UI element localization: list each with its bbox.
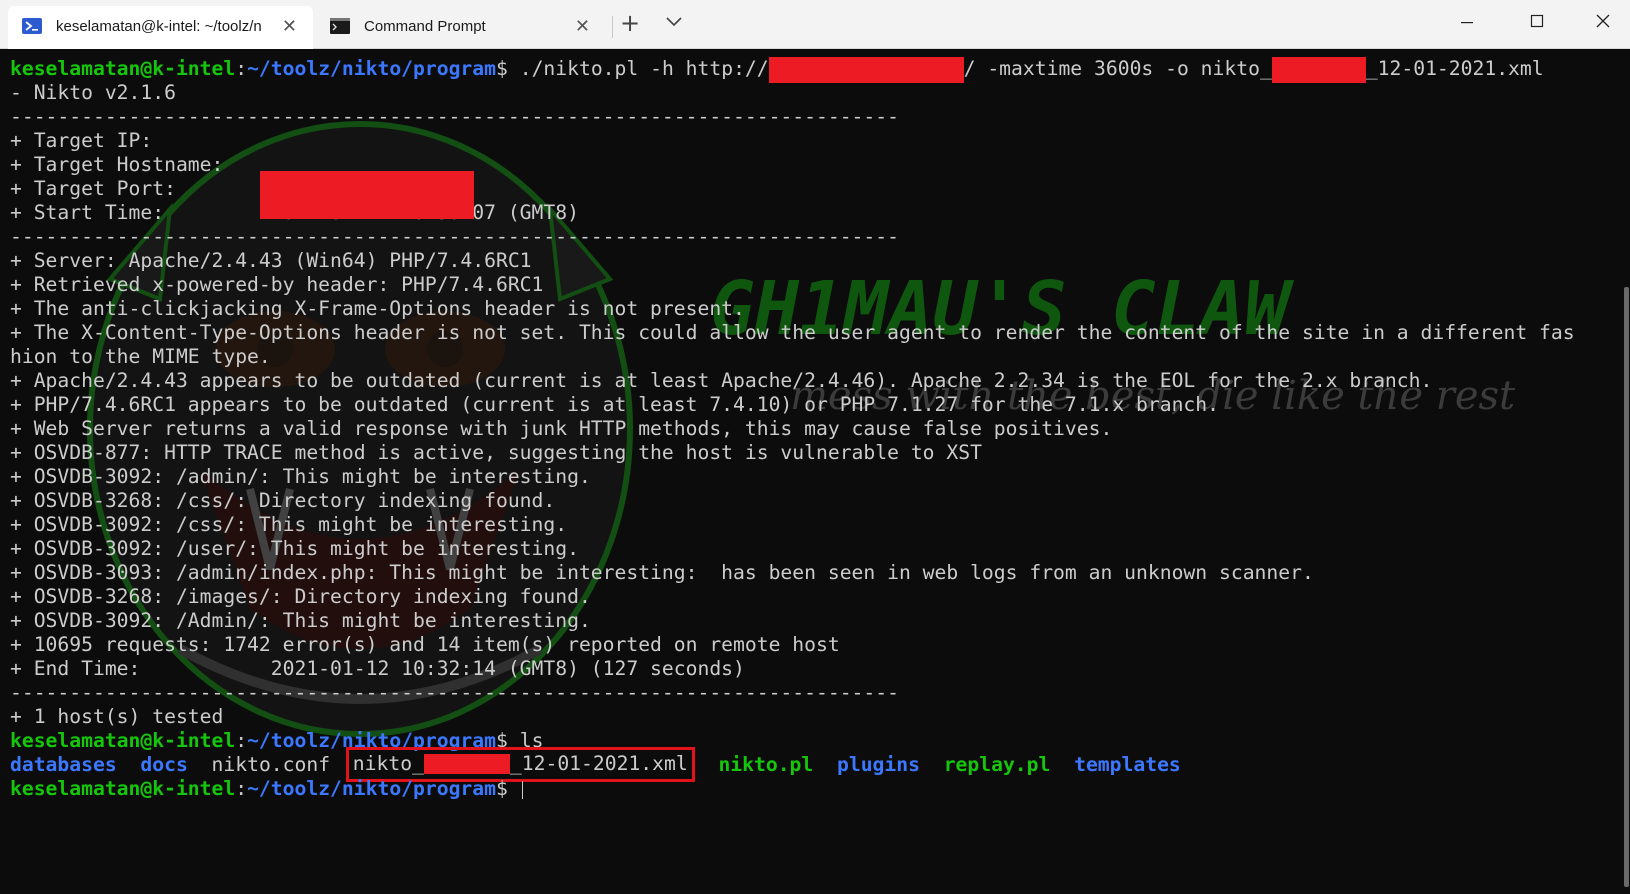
- result-line: + Server: Apache/2.4.43 (Win64) PHP/7.4.…: [10, 249, 532, 272]
- close-window-button[interactable]: [1580, 0, 1626, 40]
- tab-command-prompt[interactable]: Command Prompt ✕: [316, 6, 606, 49]
- dir-templates: templates: [1074, 753, 1181, 776]
- close-tab-icon[interactable]: ✕: [575, 16, 590, 36]
- result-line: + Retrieved x-powered-by header: PHP/7.4…: [10, 273, 544, 296]
- prompt-user: keselamatan@k-intel: [10, 777, 236, 800]
- file-nikto-conf: nikto.conf: [211, 753, 331, 776]
- result-line: + Apache/2.4.43 appears to be outdated (…: [10, 369, 1433, 392]
- command-line: keselamatan@k-intel:~/toolz/nikto/progra…: [10, 729, 544, 752]
- result-line: + 10695 requests: 1742 error(s) and 14 i…: [10, 633, 840, 656]
- result-line: + OSVDB-3092: /user/: This might be inte…: [10, 537, 579, 560]
- terminal-output: keselamatan@k-intel:~/toolz/nikto/progra…: [10, 57, 1575, 801]
- result-line: + PHP/7.4.6RC1 appears to be outdated (c…: [10, 393, 1219, 416]
- dir-docs: docs: [140, 753, 188, 776]
- redacted-target: [260, 171, 474, 219]
- target-hostname-row: + Target Hostname:: [10, 153, 224, 176]
- dir-plugins: plugins: [836, 753, 920, 776]
- divider: ----------------------------------------…: [10, 225, 899, 248]
- result-line: + OSVDB-3268: /images/: Directory indexi…: [10, 585, 591, 608]
- scrollbar[interactable]: [1622, 49, 1630, 894]
- title-bar: keselamatan@k-intel: ~/toolz/n ✕ Command…: [0, 0, 1630, 49]
- result-line: + OSVDB-3092: /Admin/: This might be int…: [10, 609, 591, 632]
- nikto-version: - Nikto v2.1.6: [10, 81, 176, 104]
- result-line: + The anti-clickjacking X-Frame-Options …: [10, 297, 745, 320]
- redacted-host: [768, 57, 964, 83]
- terminal-area[interactable]: GH1MAU'S CLAW mess with the best, die li…: [0, 49, 1630, 894]
- result-line: + OSVDB-877: HTTP TRACE method is active…: [10, 441, 982, 464]
- redacted-name: [1271, 57, 1366, 83]
- new-tab-button[interactable]: +: [620, 10, 640, 36]
- start-time-row: + Start Time: 2021-01-12 10:30:07 (GMT8): [10, 201, 579, 224]
- file-nikto-pl: nikto.pl: [718, 753, 814, 776]
- result-line: + OSVDB-3092: /css/: This might be inter…: [10, 513, 568, 536]
- hosts-tested: + 1 host(s) tested: [10, 705, 224, 728]
- scrollbar-thumb[interactable]: [1624, 287, 1629, 887]
- tab-powershell[interactable]: keselamatan@k-intel: ~/toolz/n ✕: [8, 6, 313, 49]
- result-line: + OSVDB-3093: /admin/index.php: This mig…: [10, 561, 1314, 584]
- prompt-path: ~/toolz/nikto/program: [247, 777, 496, 800]
- target-port-row: + Target Port: 80: [10, 177, 295, 200]
- prompt-user: keselamatan@k-intel: [10, 729, 236, 752]
- command-line: keselamatan@k-intel:~/toolz/nikto/progra…: [10, 777, 1575, 801]
- chevron-down-icon[interactable]: [664, 12, 684, 30]
- divider: ----------------------------------------…: [10, 105, 899, 128]
- command-line: keselamatan@k-intel:~/toolz/nikto/progra…: [10, 57, 1575, 83]
- result-line: + OSVDB-3092: /admin/: This might be int…: [10, 465, 591, 488]
- ls-output: databases docs nikto.conf nikto_ _12-01-2…: [10, 747, 1575, 782]
- minimize-button[interactable]: [1444, 0, 1490, 40]
- text-cursor: [521, 780, 523, 799]
- tab-separator: [612, 16, 613, 38]
- prompt-path: ~/toolz/nikto/program: [247, 57, 496, 80]
- tab-label: keselamatan@k-intel: ~/toolz/n: [56, 18, 262, 35]
- divider: ----------------------------------------…: [10, 681, 899, 704]
- result-line: + The X-Content-Type-Options header is n…: [10, 321, 1575, 344]
- dir-databases: databases: [10, 753, 117, 776]
- prompt-user: keselamatan@k-intel: [10, 57, 236, 80]
- file-replay-pl: replay.pl: [943, 753, 1051, 776]
- redacted-name: [423, 754, 510, 774]
- result-line: + Web Server returns a valid response wi…: [10, 417, 1113, 440]
- close-tab-icon[interactable]: ✕: [282, 16, 297, 36]
- maximize-button[interactable]: [1514, 0, 1560, 40]
- result-line: hion to the MIME type.: [10, 345, 271, 368]
- end-time-row: + End Time: 2021-01-12 10:32:14 (GMT8) (…: [10, 657, 745, 680]
- powershell-icon: [22, 18, 42, 34]
- result-line: + OSVDB-3268: /css/: Directory indexing …: [10, 489, 556, 512]
- target-ip-row: + Target IP:: [10, 129, 1575, 219]
- tab-label: Command Prompt: [364, 18, 486, 35]
- cmd-icon: [330, 18, 350, 34]
